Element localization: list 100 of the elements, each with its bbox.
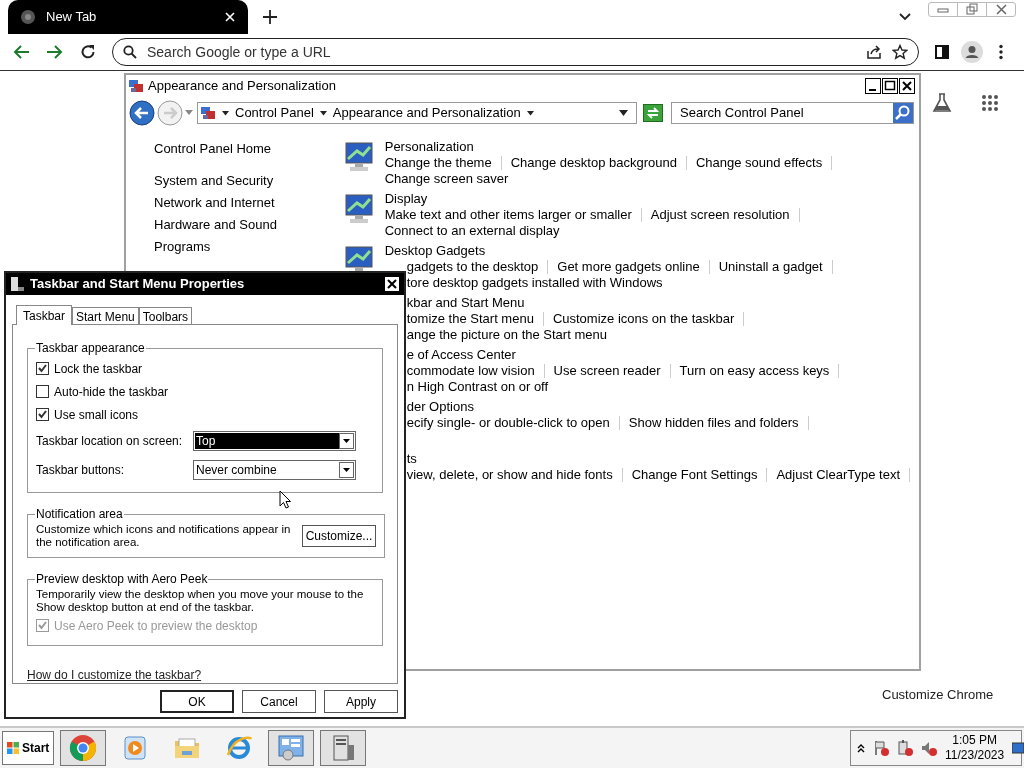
start-button[interactable]: Start xyxy=(2,731,54,765)
search-icon xyxy=(123,45,137,59)
dropdown[interactable]: Top xyxy=(193,430,356,451)
sidebar-link[interactable]: System and Security xyxy=(154,171,342,193)
category-title[interactable]: Personalization xyxy=(384,139,474,155)
customize-chrome-link[interactable]: Customize Chrome xyxy=(882,685,994,705)
clock[interactable]: 1:05 PM 11/23/2023 xyxy=(945,733,1005,763)
customize-button[interactable]: Customize... xyxy=(302,525,376,547)
description-text: Customize which icons and notifications appear in the notification area. xyxy=(36,523,292,549)
star-icon[interactable] xyxy=(892,44,908,60)
search-icon[interactable] xyxy=(893,103,913,123)
refresh-icon[interactable] xyxy=(643,104,663,122)
caret-icon[interactable] xyxy=(222,110,229,116)
checkbox-label: Use Aero Peek to preview the desktop xyxy=(54,617,258,635)
maximize-icon[interactable] xyxy=(882,78,898,94)
back-icon[interactable] xyxy=(129,100,155,126)
minimize-icon[interactable] xyxy=(865,78,881,94)
side-panel-icon[interactable] xyxy=(935,45,949,59)
dialog-button[interactable]: Cancel xyxy=(242,690,316,713)
menu-icon[interactable] xyxy=(999,44,1003,60)
checkbox[interactable] xyxy=(36,362,49,375)
caret-icon[interactable] xyxy=(619,110,628,116)
category-title[interactable]: Display xyxy=(384,191,428,207)
clock-time: 1:05 PM xyxy=(952,733,997,748)
address-field[interactable]: Search Google or type a URL xyxy=(147,41,856,63)
close-icon[interactable] xyxy=(899,78,915,94)
tab[interactable]: Taskbar xyxy=(16,305,73,325)
group-label: Preview desktop with Aero Peek xyxy=(35,571,209,588)
task-link[interactable]: ecify single- or double-click to open xyxy=(406,413,610,433)
globe-icon xyxy=(20,9,36,25)
tab[interactable]: Toolbars xyxy=(138,307,193,324)
caret-icon[interactable] xyxy=(319,110,327,116)
apps-grid-icon[interactable] xyxy=(981,94,999,112)
sidebar-link[interactable]: Control Panel Home xyxy=(154,139,342,171)
category-title[interactable]: ts xyxy=(406,451,417,467)
dropdown[interactable]: Never combine xyxy=(193,459,356,480)
sidebar-link[interactable]: Network and Internet xyxy=(154,193,342,215)
task-link[interactable]: Change sound effects xyxy=(695,153,823,173)
caret-icon[interactable] xyxy=(526,110,534,116)
back-icon[interactable] xyxy=(12,44,30,60)
group-label: Notification area xyxy=(35,506,124,523)
search-field[interactable]: Search Control Panel xyxy=(672,103,893,123)
taskbar-button[interactable] xyxy=(60,730,106,766)
field-label: Taskbar location on screen: xyxy=(36,432,184,450)
forward-icon[interactable] xyxy=(46,44,64,60)
address-field[interactable]: Control Panel Appearance and Personalization xyxy=(197,102,637,124)
tab-title: New Tab xyxy=(46,8,98,27)
windows-flag-icon xyxy=(6,741,20,755)
category-title[interactable]: e of Access Center xyxy=(406,347,516,363)
checkbox-label: Auto-hide the taskbar xyxy=(54,383,169,401)
search-box[interactable]: Search Control Panel xyxy=(671,102,914,124)
task-link[interactable]: Use screen reader xyxy=(553,361,661,381)
task-link[interactable]: Uninstall a gadget xyxy=(718,257,823,277)
task-link[interactable]: Adjust ClearType text xyxy=(776,465,900,485)
category-title[interactable]: der Options xyxy=(406,399,474,415)
group-label: Taskbar appearance xyxy=(35,340,146,357)
task-link[interactable]: view, delete, or show and hide fonts xyxy=(406,465,613,485)
task-link[interactable]: Show hidden files and folders xyxy=(628,413,799,433)
checkbox-label: Use small icons xyxy=(54,406,139,424)
task-link[interactable]: Change desktop background xyxy=(510,153,677,173)
window-title: Appearance and Personalization xyxy=(148,77,337,96)
category-title[interactable]: Desktop Gadgets xyxy=(384,243,486,259)
caret-icon[interactable] xyxy=(339,432,354,449)
taskbar-button[interactable] xyxy=(268,730,314,766)
sidebar-link[interactable]: Programs xyxy=(154,237,342,259)
new-tab-icon[interactable] xyxy=(262,9,278,25)
breadcrumb-item[interactable]: Control Panel xyxy=(235,103,314,123)
cursor-icon xyxy=(279,490,291,509)
dialog-button[interactable]: Apply xyxy=(324,690,398,713)
browser-tab[interactable]: New Tab xyxy=(8,0,248,34)
dialog-title: Taskbar and Start Menu Properties xyxy=(30,275,246,294)
control-panel-icon xyxy=(128,78,144,94)
checkbox[interactable] xyxy=(36,385,49,398)
breadcrumb-item[interactable]: Appearance and Personalization xyxy=(332,103,521,123)
flask-icon[interactable] xyxy=(932,93,952,113)
sidebar-link[interactable]: Hardware and Sound xyxy=(154,215,342,237)
task-link[interactable]: Adjust screen resolution xyxy=(650,205,790,225)
field-label: Taskbar buttons: xyxy=(36,461,126,479)
computer-icon xyxy=(10,276,24,292)
clock-date: 11/23/2023 xyxy=(945,748,1005,763)
chevron-up-icon[interactable] xyxy=(857,743,865,753)
task-link[interactable]: Change Font Settings xyxy=(631,465,758,485)
help-link[interactable]: How do I customize the taskbar? xyxy=(27,666,202,684)
chevron-down-icon[interactable] xyxy=(898,12,912,22)
show-desktop-icon[interactable] xyxy=(1012,741,1024,755)
reload-icon[interactable] xyxy=(80,44,96,60)
tab[interactable]: Start Menu xyxy=(72,307,139,324)
taskbar-button[interactable] xyxy=(320,730,366,766)
network-icon[interactable] xyxy=(897,740,913,756)
close-icon[interactable] xyxy=(384,276,400,292)
caret-icon[interactable] xyxy=(339,461,354,478)
category-title[interactable]: kbar and Start Menu xyxy=(406,295,525,311)
dialog-button[interactable]: OK xyxy=(160,690,234,713)
share-icon[interactable] xyxy=(866,44,882,60)
task-link[interactable]: Turn on easy access keys xyxy=(679,361,830,381)
checkbox-label: Lock the taskbar xyxy=(54,360,143,378)
checkbox[interactable] xyxy=(36,408,49,421)
avatar-icon[interactable] xyxy=(961,41,983,63)
speaker-icon[interactable] xyxy=(921,740,937,756)
flag-icon[interactable] xyxy=(873,740,889,756)
